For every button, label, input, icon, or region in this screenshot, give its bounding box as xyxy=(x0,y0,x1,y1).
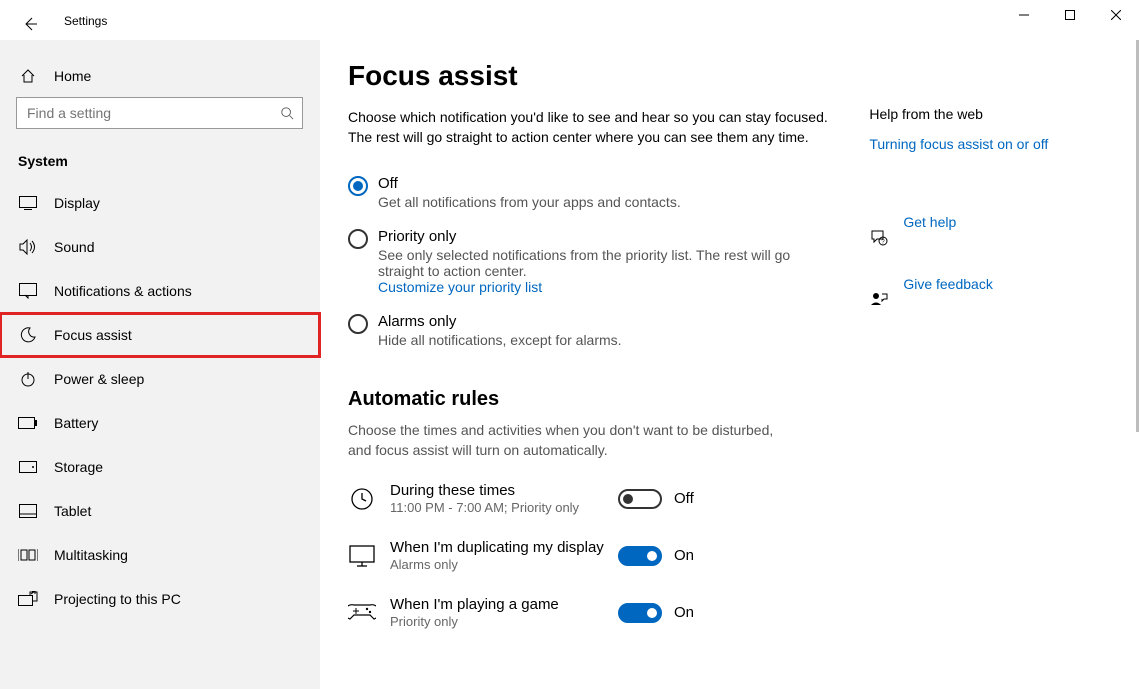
toggle-state: Off xyxy=(674,490,694,507)
radio-desc: See only selected notifications from the… xyxy=(378,247,808,279)
sidebar-item-label: Multitasking xyxy=(54,547,128,563)
rules-title: Automatic rules xyxy=(348,388,831,411)
sidebar: Home System Display Sound Notifications … xyxy=(0,40,320,689)
display-icon xyxy=(18,193,38,213)
window-controls xyxy=(1001,0,1139,30)
scrollbar[interactable] xyxy=(1133,40,1139,689)
sidebar-item-storage[interactable]: Storage xyxy=(0,445,320,489)
sidebar-item-label: Focus assist xyxy=(54,327,132,343)
search-icon xyxy=(280,106,294,120)
sidebar-item-sound[interactable]: Sound xyxy=(0,225,320,269)
nav-home-label: Home xyxy=(54,68,91,84)
sidebar-group-label: System xyxy=(0,139,320,181)
page-title: Focus assist xyxy=(348,60,831,92)
power-icon xyxy=(18,369,38,389)
rules-intro: Choose the times and activities when you… xyxy=(348,421,788,460)
rule-desc: Alarms only xyxy=(390,557,618,572)
rule-label: When I'm playing a game xyxy=(390,596,618,613)
radio-desc: Hide all notifications, except for alarm… xyxy=(378,332,622,348)
give-feedback-link[interactable]: Give feedback xyxy=(903,276,993,292)
titlebar: Settings xyxy=(0,0,1139,40)
help-title: Help from the web xyxy=(869,106,1111,122)
main-panel: Focus assist Choose which notification y… xyxy=(348,60,831,689)
search-box[interactable] xyxy=(16,97,303,129)
radio-alarms-only[interactable]: Alarms only Hide all notifications, exce… xyxy=(348,305,831,358)
toggle-state: On xyxy=(674,547,694,564)
storage-icon xyxy=(18,457,38,477)
sidebar-item-display[interactable]: Display xyxy=(0,181,320,225)
nav-home[interactable]: Home xyxy=(0,60,320,92)
get-help-link[interactable]: Get help xyxy=(903,214,956,230)
sidebar-item-label: Projecting to this PC xyxy=(54,591,181,607)
aside-panel: Help from the web Turning focus assist o… xyxy=(869,60,1111,689)
radio-circle-icon xyxy=(348,314,368,334)
rule-playing-game[interactable]: When I'm playing a game Priority only On xyxy=(348,584,831,641)
radio-circle-icon xyxy=(348,176,368,196)
home-icon xyxy=(18,68,38,84)
rule-duplicating-display[interactable]: When I'm duplicating my display Alarms o… xyxy=(348,527,831,584)
give-feedback-row[interactable]: Give feedback xyxy=(869,276,1111,324)
radio-label: Alarms only xyxy=(378,313,622,330)
radio-label: Priority only xyxy=(378,228,808,245)
radio-priority-only[interactable]: Priority only See only selected notifica… xyxy=(348,220,831,305)
feedback-icon xyxy=(869,290,889,310)
projecting-icon xyxy=(18,589,38,609)
toggle-playing-game[interactable] xyxy=(618,603,662,623)
search-input[interactable] xyxy=(25,104,280,122)
multitasking-icon xyxy=(18,545,38,565)
back-button[interactable] xyxy=(18,12,42,36)
sidebar-item-label: Notifications & actions xyxy=(54,283,192,299)
focus-assist-options: Off Get all notifications from your apps… xyxy=(348,167,831,358)
clock-icon xyxy=(348,485,376,513)
content: Focus assist Choose which notification y… xyxy=(320,40,1139,689)
page-intro: Choose which notification you'd like to … xyxy=(348,108,831,147)
radio-off[interactable]: Off Get all notifications from your apps… xyxy=(348,167,831,220)
sidebar-item-label: Storage xyxy=(54,459,103,475)
close-button[interactable] xyxy=(1093,0,1139,30)
sidebar-item-focus-assist[interactable]: Focus assist xyxy=(0,313,320,357)
customize-priority-link[interactable]: Customize your priority list xyxy=(378,279,808,295)
window-title: Settings xyxy=(64,14,107,28)
tablet-icon xyxy=(18,501,38,521)
sidebar-item-label: Sound xyxy=(54,239,94,255)
battery-icon xyxy=(18,413,38,433)
notifications-icon xyxy=(18,281,38,301)
toggle-duplicating-display[interactable] xyxy=(618,546,662,566)
sidebar-item-battery[interactable]: Battery xyxy=(0,401,320,445)
minimize-button[interactable] xyxy=(1001,0,1047,30)
sidebar-item-label: Tablet xyxy=(54,503,91,519)
monitor-icon xyxy=(348,542,376,570)
rule-during-times[interactable]: During these times 11:00 PM - 7:00 AM; P… xyxy=(348,470,831,527)
sound-icon xyxy=(18,237,38,257)
toggle-during-times[interactable] xyxy=(618,489,662,509)
sidebar-item-label: Battery xyxy=(54,415,98,431)
radio-circle-icon xyxy=(348,229,368,249)
chat-help-icon: ? xyxy=(869,228,889,248)
radio-desc: Get all notifications from your apps and… xyxy=(378,194,681,210)
sidebar-item-power-sleep[interactable]: Power & sleep xyxy=(0,357,320,401)
rule-label: When I'm duplicating my display xyxy=(390,539,618,556)
help-link[interactable]: Turning focus assist on or off xyxy=(869,136,1111,152)
sidebar-item-notifications[interactable]: Notifications & actions xyxy=(0,269,320,313)
sidebar-item-label: Display xyxy=(54,195,100,211)
sidebar-item-projecting[interactable]: Projecting to this PC xyxy=(0,577,320,621)
rule-desc: 11:00 PM - 7:00 AM; Priority only xyxy=(390,500,618,515)
sidebar-item-multitasking[interactable]: Multitasking xyxy=(0,533,320,577)
toggle-state: On xyxy=(674,604,694,621)
rule-desc: Priority only xyxy=(390,614,618,629)
radio-label: Off xyxy=(378,175,681,192)
moon-icon xyxy=(18,325,38,345)
maximize-button[interactable] xyxy=(1047,0,1093,30)
gamepad-icon xyxy=(348,599,376,627)
sidebar-item-label: Power & sleep xyxy=(54,371,144,387)
rule-label: During these times xyxy=(390,482,618,499)
sidebar-item-tablet[interactable]: Tablet xyxy=(0,489,320,533)
get-help-row[interactable]: ? Get help xyxy=(869,214,1111,262)
